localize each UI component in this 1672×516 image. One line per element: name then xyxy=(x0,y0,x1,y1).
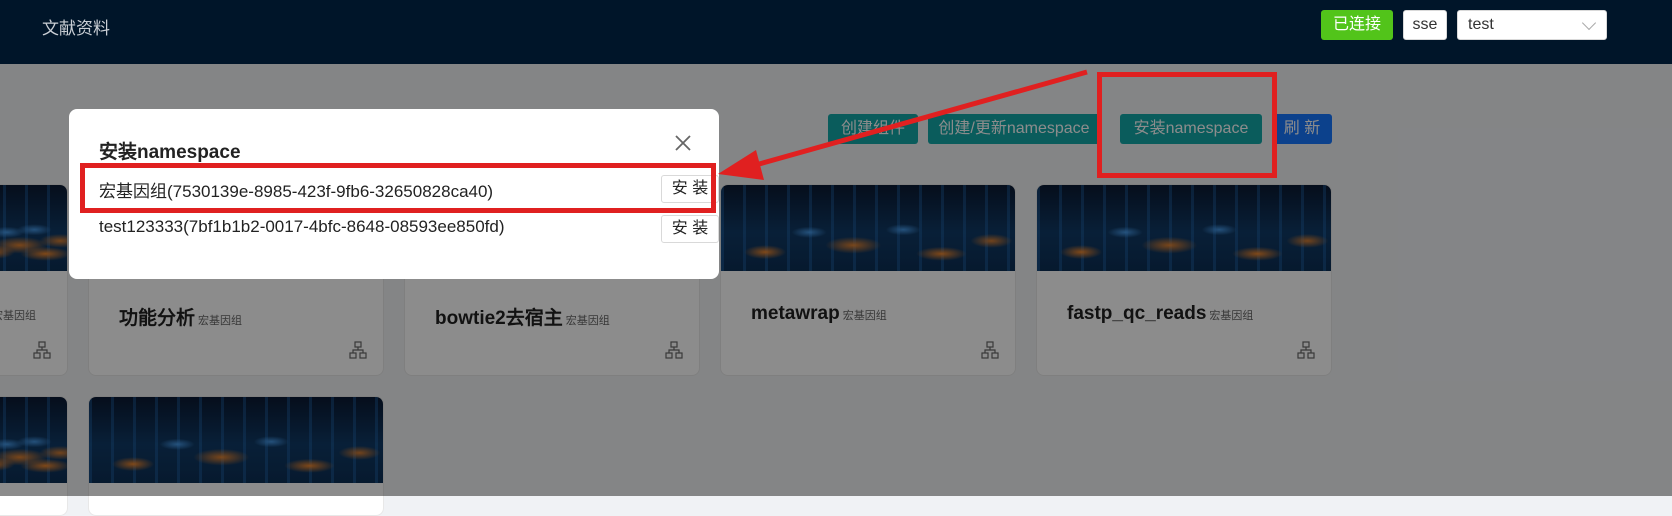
annotation-arrow xyxy=(718,69,1088,180)
